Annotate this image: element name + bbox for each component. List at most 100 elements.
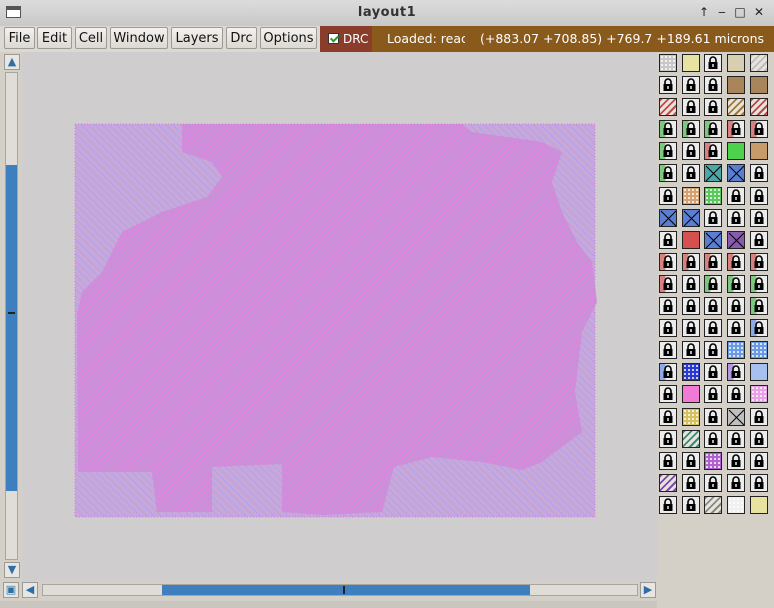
- layer-lock-icon[interactable]: [727, 451, 746, 470]
- layer-swatch-yellow-dots[interactable]: [681, 407, 700, 426]
- layer-lock-icon[interactable]: [727, 208, 746, 227]
- layer-swatch-brown-plain[interactable]: [749, 76, 768, 95]
- layer-lock-icon[interactable]: [659, 142, 677, 161]
- layer-swatch-tan-plain[interactable]: [749, 142, 768, 161]
- layer-lock-icon[interactable]: [681, 142, 700, 161]
- menu-layers[interactable]: Layers: [171, 27, 223, 49]
- scroll-left-icon[interactable]: ◀: [22, 582, 38, 598]
- layer-swatch-brown-plain[interactable]: [727, 76, 746, 95]
- layer-lock-icon[interactable]: [749, 230, 768, 249]
- layer-lock-icon[interactable]: [749, 252, 768, 271]
- layer-swatch-teal-diagonal[interactable]: [681, 429, 700, 448]
- layer-swatch-blue-x[interactable]: [704, 230, 723, 249]
- drc-toggle[interactable]: DRC: [320, 26, 372, 52]
- layer-lock-icon[interactable]: [727, 186, 746, 205]
- layer-lock-icon[interactable]: [681, 451, 700, 470]
- layer-lock-icon[interactable]: [749, 164, 768, 183]
- vertical-scroll-thumb[interactable]: [6, 165, 17, 491]
- layer-lock-icon[interactable]: [704, 120, 723, 139]
- layer-swatch-tan-dots[interactable]: [681, 186, 700, 205]
- vertical-scroll-track[interactable]: [5, 72, 18, 560]
- menu-drc[interactable]: Drc: [226, 27, 257, 49]
- layer-lock-icon[interactable]: [659, 363, 677, 382]
- layer-lock-icon[interactable]: [727, 274, 746, 293]
- menu-window[interactable]: Window: [110, 27, 168, 49]
- layer-lock-icon[interactable]: [704, 407, 723, 426]
- layer-lock-icon[interactable]: [704, 473, 723, 492]
- layer-lock-icon[interactable]: [704, 297, 723, 316]
- scroll-up-icon[interactable]: ▲: [4, 54, 20, 70]
- layer-lock-icon[interactable]: [681, 341, 700, 360]
- layer-lock-icon[interactable]: [681, 297, 700, 316]
- vertical-scrollbar[interactable]: ▲ ▼: [0, 52, 22, 581]
- layer-lock-icon[interactable]: [681, 274, 700, 293]
- layer-lock-icon[interactable]: [704, 341, 723, 360]
- layer-lock-icon[interactable]: [749, 274, 768, 293]
- zoom-fit-icon[interactable]: ▣: [3, 582, 19, 598]
- layer-lock-icon[interactable]: [749, 429, 768, 448]
- layer-swatch-purple-diagonal[interactable]: [659, 473, 677, 492]
- layer-lock-icon[interactable]: [659, 252, 677, 271]
- layer-lock-icon[interactable]: [681, 319, 700, 338]
- layer-lock-icon[interactable]: [727, 252, 746, 271]
- layer-lock-icon[interactable]: [727, 473, 746, 492]
- layer-swatch-pink-plain[interactable]: [681, 385, 700, 404]
- layer-swatch-green-dots[interactable]: [704, 186, 723, 205]
- layer-swatch-red-hatch[interactable]: [749, 98, 768, 117]
- layer-lock-icon[interactable]: [727, 120, 746, 139]
- layer-swatch-cyan-x[interactable]: [704, 164, 723, 183]
- layer-lock-icon[interactable]: [681, 164, 700, 183]
- layer-lock-icon[interactable]: [659, 274, 677, 293]
- layer-lock-icon[interactable]: [659, 385, 677, 404]
- layer-swatch-pink-dots[interactable]: [749, 385, 768, 404]
- layer-lock-icon[interactable]: [749, 473, 768, 492]
- layer-lock-icon[interactable]: [704, 274, 723, 293]
- layer-swatch-yellow-plain[interactable]: [749, 495, 768, 514]
- move-up-icon[interactable]: ↑: [696, 4, 712, 20]
- layer-lock-icon[interactable]: [704, 54, 723, 72]
- layer-lock-icon[interactable]: [681, 120, 700, 139]
- menu-edit[interactable]: Edit: [37, 27, 72, 49]
- layer-lock-icon[interactable]: [681, 473, 700, 492]
- layer-swatch-blue-wave[interactable]: [749, 341, 768, 360]
- menu-options[interactable]: Options: [260, 27, 317, 49]
- layer-swatch-blue-x[interactable]: [727, 164, 746, 183]
- layer-lock-icon[interactable]: [704, 252, 723, 271]
- drc-checkbox[interactable]: [328, 33, 339, 44]
- scroll-right-icon[interactable]: ▶: [640, 582, 656, 598]
- layer-lock-icon[interactable]: [659, 451, 677, 470]
- maximize-icon[interactable]: □: [732, 4, 748, 20]
- layer-swatch-beige-plain[interactable]: [727, 54, 746, 72]
- layer-swatch-dots-gray[interactable]: [659, 54, 677, 72]
- layer-lock-icon[interactable]: [659, 164, 677, 183]
- layer-lock-icon[interactable]: [727, 297, 746, 316]
- layout-canvas[interactable]: [22, 52, 657, 581]
- layer-swatch-diagonal-gray[interactable]: [749, 54, 768, 72]
- layer-lock-icon[interactable]: [749, 208, 768, 227]
- layer-lock-icon[interactable]: [681, 252, 700, 271]
- layer-lock-icon[interactable]: [659, 230, 677, 249]
- horizontal-scrollbar[interactable]: ▣ ◀ ▶: [0, 581, 657, 601]
- layer-lock-icon[interactable]: [704, 76, 723, 95]
- layer-lock-icon[interactable]: [749, 186, 768, 205]
- layer-lock-icon[interactable]: [681, 76, 700, 95]
- layer-swatch-purple-x[interactable]: [727, 230, 746, 249]
- layer-lock-icon[interactable]: [749, 407, 768, 426]
- layer-swatch-gray-x[interactable]: [727, 407, 746, 426]
- layer-lock-icon[interactable]: [704, 208, 723, 227]
- layer-lock-icon[interactable]: [659, 341, 677, 360]
- layer-lock-icon[interactable]: [659, 319, 677, 338]
- layer-swatch-red-diagonal[interactable]: [659, 98, 677, 117]
- scroll-down-icon[interactable]: ▼: [4, 562, 20, 578]
- layer-lock-icon[interactable]: [704, 363, 723, 382]
- layer-lock-icon[interactable]: [704, 385, 723, 404]
- layer-lock-icon[interactable]: [659, 76, 677, 95]
- close-icon[interactable]: ✕: [751, 4, 767, 20]
- layer-swatch-purple-dots[interactable]: [704, 451, 723, 470]
- layer-lock-icon[interactable]: [704, 142, 723, 161]
- layer-swatch-blue-x[interactable]: [659, 208, 677, 227]
- layer-swatch-brown-hatch[interactable]: [727, 98, 746, 117]
- layer-lock-icon[interactable]: [659, 407, 677, 426]
- layer-lock-icon[interactable]: [749, 120, 768, 139]
- layer-swatch-green-plain[interactable]: [727, 142, 746, 161]
